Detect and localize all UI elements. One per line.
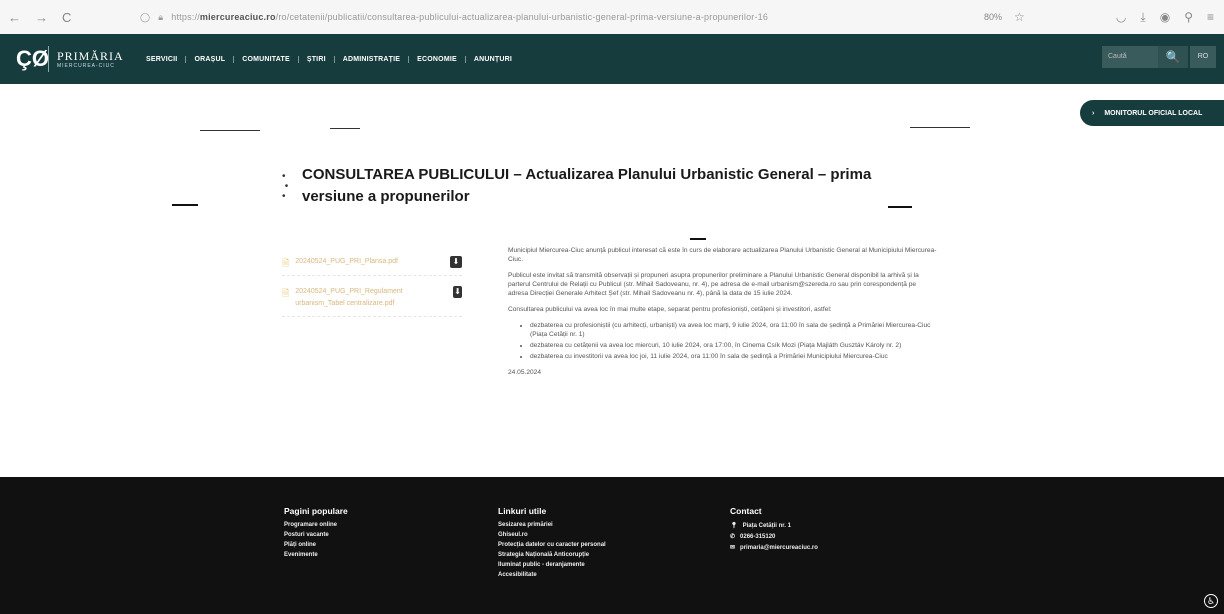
- lock-icon: 🔒︎: [158, 11, 164, 22]
- footer-link[interactable]: Strategia Națională Anticorupție: [498, 552, 606, 558]
- extensions-icon[interactable]: ⚲: [1184, 10, 1193, 25]
- zoom-level[interactable]: 80%: [984, 12, 1014, 22]
- site-footer: Pagini populare Programare online Postur…: [0, 477, 1224, 614]
- page-title: CONSULTAREA PUBLICULUI – Actualizarea Pl…: [302, 166, 872, 205]
- menu-item-administratie[interactable]: ADMINISTRAȚIE: [333, 55, 408, 63]
- menu-item-comunitate[interactable]: COMUNITATE: [233, 55, 298, 63]
- site-logo[interactable]: ÇØ PRIMĂRIA MIERCUREA-CIUC: [0, 46, 138, 72]
- mail-icon: ✉: [730, 545, 736, 551]
- list-item: dezbaterea cu profesioniștii (cu arhitec…: [530, 321, 938, 339]
- phone-icon: ✆: [730, 534, 736, 540]
- language-switcher[interactable]: RO: [1190, 46, 1216, 68]
- download-icon[interactable]: ⬇: [450, 256, 462, 268]
- account-icon[interactable]: ◉: [1160, 10, 1170, 25]
- monitorul-oficial-label: MONITORUL OFICIAL LOCAL: [1104, 109, 1203, 117]
- scan-artifact: [910, 127, 970, 128]
- footer-link[interactable]: Programare online: [284, 522, 348, 528]
- download-icon[interactable]: ⤓: [1140, 10, 1145, 25]
- address-bar[interactable]: ◯ 🔒︎ https://miercureaciuc.ro/ro/cetaten…: [140, 12, 960, 23]
- attachments-list: 🗎 20240524_PUG_PRI_Plansa.pdf ⬇ 🗎 202405…: [282, 250, 462, 317]
- footer-link[interactable]: Protecția datelor cu caracter personal: [498, 542, 606, 548]
- menu-item-anunturi[interactable]: ANUNȚURI: [464, 55, 520, 63]
- logo-mark-icon: ÇØ: [16, 46, 49, 71]
- back-icon[interactable]: ←: [8, 10, 21, 25]
- scan-artifact: [330, 128, 360, 129]
- reload-icon[interactable]: C: [62, 10, 71, 25]
- browser-right-icons: ◡ ⤓ ◉ ⚲ ≡: [1116, 10, 1224, 25]
- scan-artifact: [200, 130, 260, 131]
- file-icon: 🗎: [282, 288, 290, 298]
- footer-popular-pages: Pagini populare Programare online Postur…: [284, 506, 348, 562]
- decorative-dots: • • •: [282, 171, 289, 202]
- browser-toolbar: ← → C ◯ 🔒︎ https://miercureaciuc.ro/ro/c…: [0, 0, 1224, 34]
- footer-link[interactable]: Ghiseul.ro: [498, 532, 606, 538]
- footer-link[interactable]: Sesizarea primăriei: [498, 522, 606, 528]
- search-icon[interactable]: 🔍: [1158, 46, 1188, 68]
- footer-link[interactable]: Posturi vacante: [284, 532, 348, 538]
- file-icon: 🗎: [282, 258, 290, 268]
- scan-artifact: [690, 238, 706, 240]
- pocket-icon[interactable]: ◡: [1116, 10, 1126, 25]
- download-icon[interactable]: ⬇: [453, 286, 462, 298]
- attachment-item[interactable]: 🗎 20240524_PUG_PRI_Plansa.pdf ⬇: [282, 250, 462, 276]
- header-search: Caută 🔍 RO: [1102, 46, 1216, 68]
- footer-heading: Linkuri utile: [498, 506, 547, 516]
- list-item: dezbaterea cu investitorii va avea loc j…: [530, 352, 938, 361]
- logo-text: PRIMĂRIA MIERCUREA-CIUC: [57, 48, 124, 69]
- footer-link[interactable]: Accesibilitate: [498, 572, 606, 578]
- footer-heading: Pagini populare: [284, 506, 348, 516]
- footer-useful-links: Linkuri utile Sesizarea primăriei Ghiseu…: [498, 506, 606, 582]
- paragraph: Consultarea publicului va avea loc în ma…: [508, 306, 832, 313]
- main-menu: SERVICII ORAȘUL COMUNITATE ȘTIRI ADMINIS…: [138, 55, 520, 63]
- contact-phone[interactable]: ✆ 0266-315120: [730, 533, 818, 541]
- monitorul-oficial-button[interactable]: › MONITORUL OFICIAL LOCAL: [1080, 100, 1224, 126]
- paragraph: Municipiul Miercurea-Ciuc anunță publicu…: [508, 247, 937, 263]
- site-header: ÇØ PRIMĂRIA MIERCUREA-CIUC SERVICII ORAȘU…: [0, 34, 1224, 84]
- debate-list: dezbaterea cu profesioniștii (cu arhitec…: [530, 321, 938, 361]
- menu-item-orasul[interactable]: ORAȘUL: [185, 55, 233, 63]
- scan-artifact: [172, 204, 198, 206]
- article-body: Municipiul Miercurea-Ciuc anunță publicu…: [508, 246, 938, 377]
- menu-item-stiri[interactable]: ȘTIRI: [297, 55, 334, 63]
- search-input[interactable]: Caută: [1102, 46, 1158, 68]
- attachment-link[interactable]: 20240524_PUG_PRI_Plansa.pdf: [295, 256, 398, 268]
- forward-icon[interactable]: →: [35, 10, 48, 25]
- url-text: https://miercureaciuc.ro/ro/cetatenii/pu…: [171, 12, 769, 22]
- menu-item-economie[interactable]: ECONOMIE: [408, 55, 465, 63]
- bookmark-star-icon[interactable]: ☆: [1014, 10, 1025, 24]
- accessibility-icon[interactable]: ♿︎: [1204, 594, 1218, 608]
- contact-address: 📍︎ Piața Cetății nr. 1: [730, 522, 791, 530]
- menu-icon[interactable]: ≡: [1207, 10, 1214, 25]
- contact-email[interactable]: ✉ primaria@miercureaciuc.ro: [730, 544, 818, 552]
- logo-divider: [48, 46, 49, 72]
- attachment-item[interactable]: 🗎 20240524_PUG_PRI_Regulament urbanism_T…: [282, 280, 462, 317]
- location-pin-icon: 📍︎: [730, 523, 738, 529]
- footer-contact: Contact 📍︎ Piața Cetății nr. 1 ✆ 0266-3151…: [730, 506, 818, 555]
- footer-link[interactable]: Iluminat public - deranjamente: [498, 562, 606, 568]
- chevron-right-icon: ›: [1092, 109, 1095, 117]
- browser-nav: ← → C: [0, 10, 140, 25]
- footer-link[interactable]: Evenimente: [284, 552, 348, 558]
- list-item: dezbaterea cu cetățenii va avea loc mier…: [530, 341, 938, 350]
- paragraph: Publicul este invitat să transmită obser…: [508, 272, 919, 297]
- footer-heading: Contact: [730, 506, 762, 516]
- shield-icon: ◯: [140, 11, 151, 22]
- footer-link[interactable]: Plăți online: [284, 542, 348, 548]
- publish-date: 24.05.2024: [508, 369, 542, 376]
- menu-item-servicii[interactable]: SERVICII: [138, 56, 185, 63]
- attachment-link[interactable]: 20240524_PUG_PRI_Regulament urbanism_Tab…: [295, 286, 447, 310]
